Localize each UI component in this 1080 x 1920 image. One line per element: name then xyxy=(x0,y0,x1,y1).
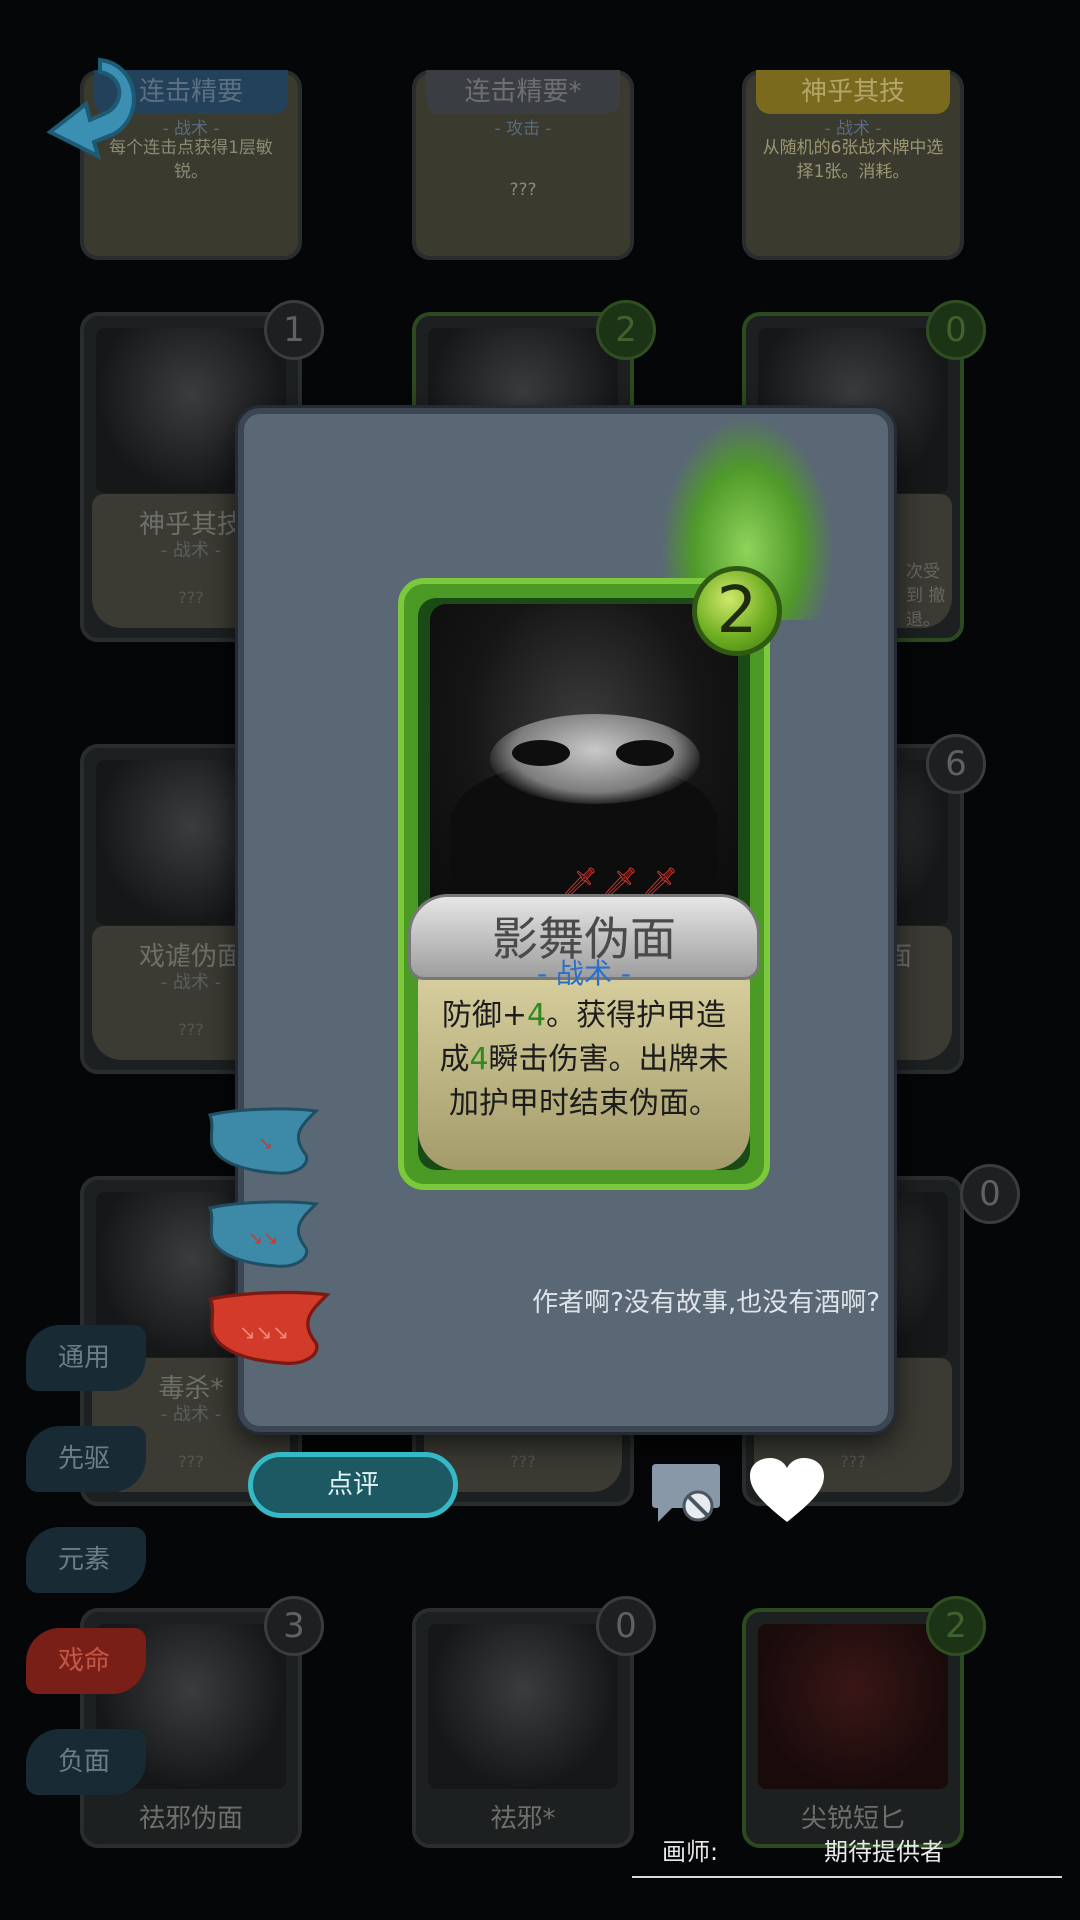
category-tab-general[interactable]: 通用 xyxy=(26,1325,146,1391)
collection-card[interactable]: 神乎其技 - 战术 - 从随机的6张战术牌中选择1张。消耗。 xyxy=(742,70,964,260)
desc-text: 防御+ xyxy=(441,998,528,1033)
divider xyxy=(632,1876,1062,1878)
upgrade-level-3-slipper-icon[interactable]: ↘↘↘ xyxy=(206,1288,336,1372)
comment-disabled-icon[interactable] xyxy=(650,1460,722,1526)
collection-card[interactable]: 祛邪* xyxy=(412,1608,634,1848)
card-title: 尖锐短匕 xyxy=(800,1804,905,1834)
category-tab-drama[interactable]: 戏命 xyxy=(26,1628,146,1694)
cost-badge: 0 xyxy=(596,1596,656,1656)
cost-badge: 0 xyxy=(960,1164,1020,1224)
upgrade-level-1-slipper-icon[interactable]: ↘ xyxy=(206,1105,324,1181)
heart-icon[interactable] xyxy=(748,1456,826,1526)
upgrade-level-2-slipper-icon[interactable]: ↘↘ xyxy=(206,1198,324,1274)
collection-card[interactable]: 连击精要* - 攻击 - ??? xyxy=(412,70,634,260)
detail-card: 🗡🗡🗡 影舞伪面 - 战术 - 防御+4。获得护甲造成4瞬击伤害。出牌未加护甲时… xyxy=(398,578,770,1190)
artist-name: 期待提供者 xyxy=(824,1838,944,1866)
card-art xyxy=(428,1624,618,1789)
svg-text:↘: ↘ xyxy=(258,1133,273,1154)
back-arrow-icon[interactable] xyxy=(42,52,152,162)
card-art: 🗡🗡🗡 xyxy=(430,604,738,914)
card-type: - 战术 - xyxy=(536,957,631,990)
card-title: 面 xyxy=(886,942,913,972)
review-button[interactable]: 点评 xyxy=(248,1452,458,1518)
cost-badge: 0 xyxy=(926,300,986,360)
svg-text:↘↘↘: ↘↘↘ xyxy=(239,1321,289,1344)
cost-badge: 6 xyxy=(926,734,986,794)
desc-number: 4 xyxy=(469,1042,489,1077)
mask-eye xyxy=(512,740,570,766)
card-desc: 次受到 撤退。 xyxy=(906,562,946,630)
card-desc: ??? xyxy=(509,180,537,200)
cost-badge: 1 xyxy=(264,300,324,360)
card-title: 祛邪伪面 xyxy=(138,1804,243,1834)
cost-badge: 2 xyxy=(926,1596,986,1656)
card-title: 连击精要* xyxy=(426,70,620,114)
card-cost-badge: 2 xyxy=(692,566,782,656)
mask-eye xyxy=(616,740,674,766)
artist-label: 画师: xyxy=(662,1838,719,1866)
cost-badge: 2 xyxy=(596,300,656,360)
svg-text:↘↘: ↘↘ xyxy=(248,1228,278,1249)
cost-badge: 3 xyxy=(264,1596,324,1656)
card-description: 防御+4。获得护甲造成4瞬击伤害。出牌未加护甲时结束伪面。 xyxy=(434,994,734,1126)
card-story-text: 作者啊?没有故事,也没有酒啊? xyxy=(532,1288,880,1318)
category-tab-element[interactable]: 元素 xyxy=(26,1527,146,1593)
category-tab-negative[interactable]: 负面 xyxy=(26,1729,146,1795)
collection-card[interactable]: 尖锐短匕 xyxy=(742,1608,964,1848)
desc-number: 4 xyxy=(527,998,547,1033)
desc-text: 瞬击伤害。出牌未加护甲时结束伪面。 xyxy=(449,1042,729,1121)
card-type: - 攻击 - xyxy=(494,119,552,139)
card-art xyxy=(758,1624,948,1789)
category-tab-pioneer[interactable]: 先驱 xyxy=(26,1426,146,1492)
card-desc: 从随机的6张战术牌中选择1张。消耗。 xyxy=(762,138,944,182)
card-title: 祛邪* xyxy=(490,1804,556,1834)
card-title: 神乎其技 xyxy=(756,70,950,114)
